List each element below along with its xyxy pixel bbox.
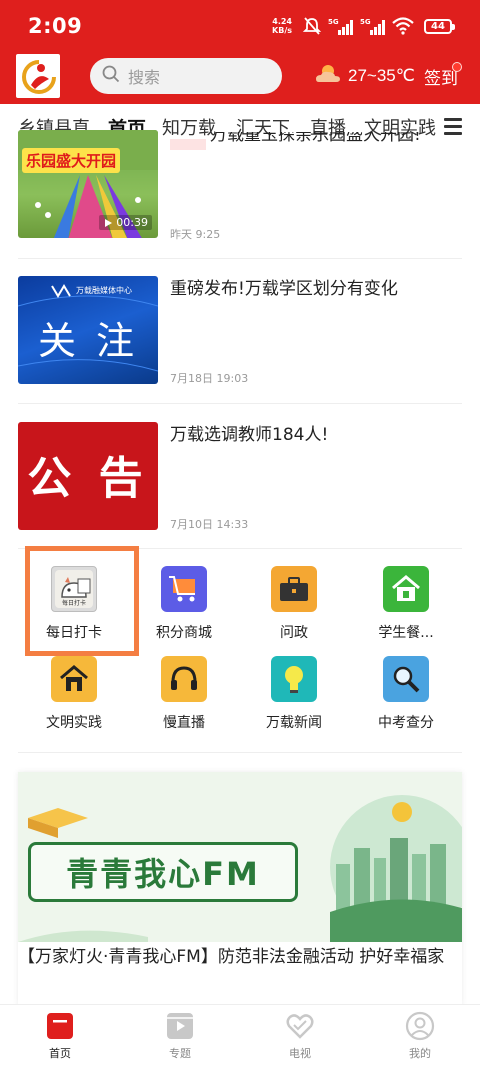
- weather-widget[interactable]: 27~35℃: [314, 62, 415, 90]
- nav-tv[interactable]: 电视: [260, 1011, 340, 1061]
- grid-item-civilization[interactable]: 文明实践: [24, 656, 124, 732]
- app-logo[interactable]: [16, 54, 60, 98]
- news-time: 7月10日 14:33: [170, 518, 249, 531]
- app-header: 搜索 27~35℃ 签到: [0, 54, 480, 100]
- briefcase-icon: [271, 566, 317, 612]
- featured-banner[interactable]: 青青我心FM 【万家灯火·青青我心FM】防范非法金融活动 护好幸福家: [18, 772, 462, 1006]
- banner-logo-text: 青青我心FM: [66, 855, 260, 893]
- signin-notification-dot: [452, 62, 462, 72]
- status-time: 2:09: [28, 14, 83, 38]
- grid-label: 中考查分: [378, 715, 434, 731]
- highlight-box: [25, 546, 139, 656]
- news-title: 万载选调教师184人!: [170, 425, 329, 445]
- search-input[interactable]: 搜索: [90, 58, 282, 94]
- grid-item-exam-score[interactable]: 中考查分: [356, 656, 456, 732]
- battery-indicator: 44: [424, 18, 455, 34]
- banner-image: 青青我心FM: [18, 772, 462, 942]
- nav-label: 专题: [169, 1047, 191, 1060]
- video-duration: 00:39: [99, 215, 152, 230]
- divider: [18, 752, 462, 753]
- headset-icon: [161, 656, 207, 702]
- status-bar: 2:09 4.24 KB/s 5G 5G 44: [0, 0, 480, 50]
- nav-label: 首页: [49, 1047, 71, 1060]
- divider: [18, 403, 462, 404]
- home-icon: [51, 656, 97, 702]
- search-icon: [102, 65, 120, 87]
- banner-title: 【万家灯火·青青我心FM】防范非法金融活动 护好幸福家: [18, 947, 445, 967]
- nav-label: 我的: [409, 1047, 431, 1060]
- lightbulb-icon: [271, 656, 317, 702]
- wifi-icon: [392, 17, 414, 35]
- thumbnail-caption: 公 告: [27, 453, 149, 504]
- home-tab-icon: [45, 1011, 75, 1041]
- nav-mine[interactable]: 我的: [380, 1011, 460, 1061]
- signal-5g-icon: 5G: [328, 16, 354, 36]
- news-title: 万载童玉探亲乐园盛大开园!: [170, 132, 462, 150]
- news-item[interactable]: 万载融媒体中心 关 注 重磅发布!万载学区划分有变化 7月18日 19:03: [18, 276, 462, 386]
- divider: [18, 258, 462, 259]
- grid-label: 学生餐...: [378, 625, 434, 641]
- nav-label: 电视: [289, 1047, 311, 1060]
- grid-item-wanzai-news[interactable]: 万载新闻: [244, 656, 344, 732]
- mute-icon: [302, 16, 322, 36]
- grid-item-inquiry[interactable]: 问政: [244, 566, 344, 642]
- shopping-cart-icon: [161, 566, 207, 612]
- svg-text:5G: 5G: [328, 18, 339, 26]
- news-title: 重磅发布!万载学区划分有变化: [170, 279, 398, 299]
- media-center-label: 万载融媒体中心: [76, 286, 132, 295]
- topics-icon: [165, 1011, 195, 1041]
- grid-label: 积分商城: [156, 625, 212, 641]
- news-time: 7月18日 19:03: [170, 372, 249, 385]
- thumbnail-caption: 关 注: [37, 319, 139, 363]
- svg-text:5G: 5G: [360, 18, 371, 26]
- grid-label: 慢直播: [163, 715, 205, 731]
- nav-home[interactable]: 首页: [20, 1011, 100, 1061]
- grid-label: 问政: [280, 625, 308, 641]
- grid-item-slow-live[interactable]: 慢直播: [134, 656, 234, 732]
- news-thumbnail: 万载融媒体中心 关 注: [18, 276, 158, 384]
- house-icon: [383, 566, 429, 612]
- magnifier-icon: [383, 656, 429, 702]
- news-thumbnail: 乐园盛大开园 00:39: [18, 130, 158, 238]
- weather-cloud-sun-icon: [314, 62, 342, 90]
- nav-topics[interactable]: 专题: [140, 1011, 220, 1061]
- news-item[interactable]: 公 告 万载选调教师184人! 7月10日 14:33: [18, 422, 462, 532]
- temperature: 27~35℃: [348, 66, 415, 85]
- thumbnail-caption: 乐园盛大开园: [22, 148, 121, 173]
- play-icon: [105, 218, 113, 227]
- user-icon: [405, 1011, 435, 1041]
- signal-5g-icon-2: 5G: [360, 16, 386, 36]
- grid-label: 文明实践: [46, 715, 102, 731]
- news-tag: [170, 139, 206, 150]
- banner-logo-frame: 青青我心FM: [28, 842, 298, 902]
- bottom-nav: 首页 专题 电视 我的: [0, 1004, 480, 1066]
- grid-item-points-mall[interactable]: 积分商城: [134, 566, 234, 642]
- status-icons: 4.24 KB/s 5G 5G 44: [272, 14, 455, 38]
- grid-label: 万载新闻: [266, 715, 322, 731]
- tv-handshake-icon: [285, 1011, 315, 1041]
- news-item[interactable]: 乐园盛大开园 00:39 万载童玉探亲乐园盛大开园! 昨天 9:25: [18, 130, 462, 241]
- news-time: 昨天 9:25: [170, 228, 221, 241]
- net-speed: 4.24 KB/s: [272, 17, 292, 35]
- search-placeholder: 搜索: [128, 68, 161, 87]
- news-thumbnail: 公 告: [18, 422, 158, 530]
- grid-item-student-meal[interactable]: 学生餐...: [356, 566, 456, 642]
